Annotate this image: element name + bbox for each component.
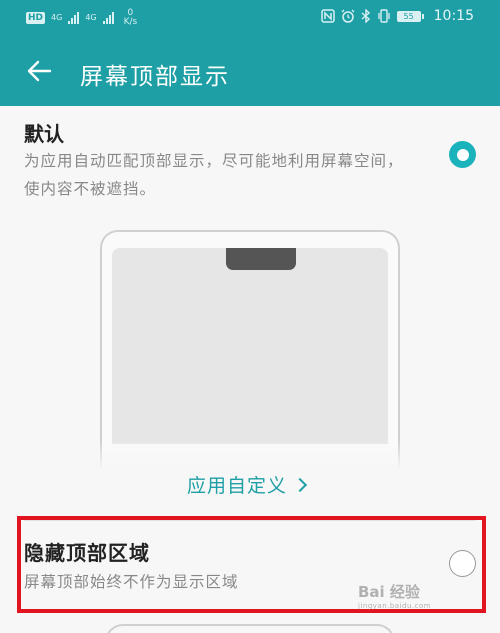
option-default-title[interactable]: 默认: [24, 118, 64, 147]
nfc-icon: [320, 9, 335, 23]
option-default-description: 为应用自动匹配顶部显示，尽可能地利用屏幕空间，使内容不被遮挡。: [24, 152, 404, 198]
hd-badge: HD: [26, 12, 46, 24]
status-bar-left: HD 4G 4G 0 K/s: [26, 9, 137, 27]
customize-link[interactable]: 应用自定义: [187, 471, 308, 498]
watermark-text: Bai 经验: [358, 583, 420, 601]
battery-level: 55: [403, 11, 414, 21]
alarm-icon: [341, 9, 355, 23]
back-button[interactable]: [24, 56, 54, 86]
page-title: 屏幕顶部显示: [80, 64, 230, 90]
customize-link-label: 应用自定义: [187, 475, 288, 497]
option-default-radio[interactable]: [449, 141, 476, 168]
signal-1-label: 4G: [51, 13, 63, 22]
phone-notch: [226, 248, 296, 270]
phone-screen: [112, 248, 388, 444]
signal-2-label: 4G: [85, 13, 97, 22]
net-speed: 0 K/s: [124, 9, 138, 27]
bluetooth-icon: [361, 9, 370, 23]
net-speed-unit: K/s: [123, 17, 138, 27]
watermark-sub: jingyan.baidu.com: [358, 602, 432, 610]
back-arrow-icon: [27, 60, 52, 82]
phone-fade: [95, 440, 405, 470]
vibrate-icon: [377, 9, 390, 23]
signal-2-icon: [102, 12, 114, 24]
signal-1-icon: [68, 12, 80, 24]
phone-illustration-2: [105, 624, 395, 633]
screen: HD 4G 4G 0 K/s 55 10:15 屏幕顶部显示 默认 为应用自动匹…: [0, 0, 500, 633]
status-bar-right: 55 10:15: [320, 8, 474, 24]
watermark: Bai 经验 jingyan.baidu.com: [358, 585, 431, 613]
phone-illustration: [100, 230, 400, 470]
status-time: 10:15: [433, 8, 474, 24]
header: HD 4G 4G 0 K/s 55 10:15 屏幕顶部显示: [0, 0, 500, 106]
chevron-right-icon: [292, 477, 308, 492]
battery-icon: 55: [396, 10, 424, 22]
